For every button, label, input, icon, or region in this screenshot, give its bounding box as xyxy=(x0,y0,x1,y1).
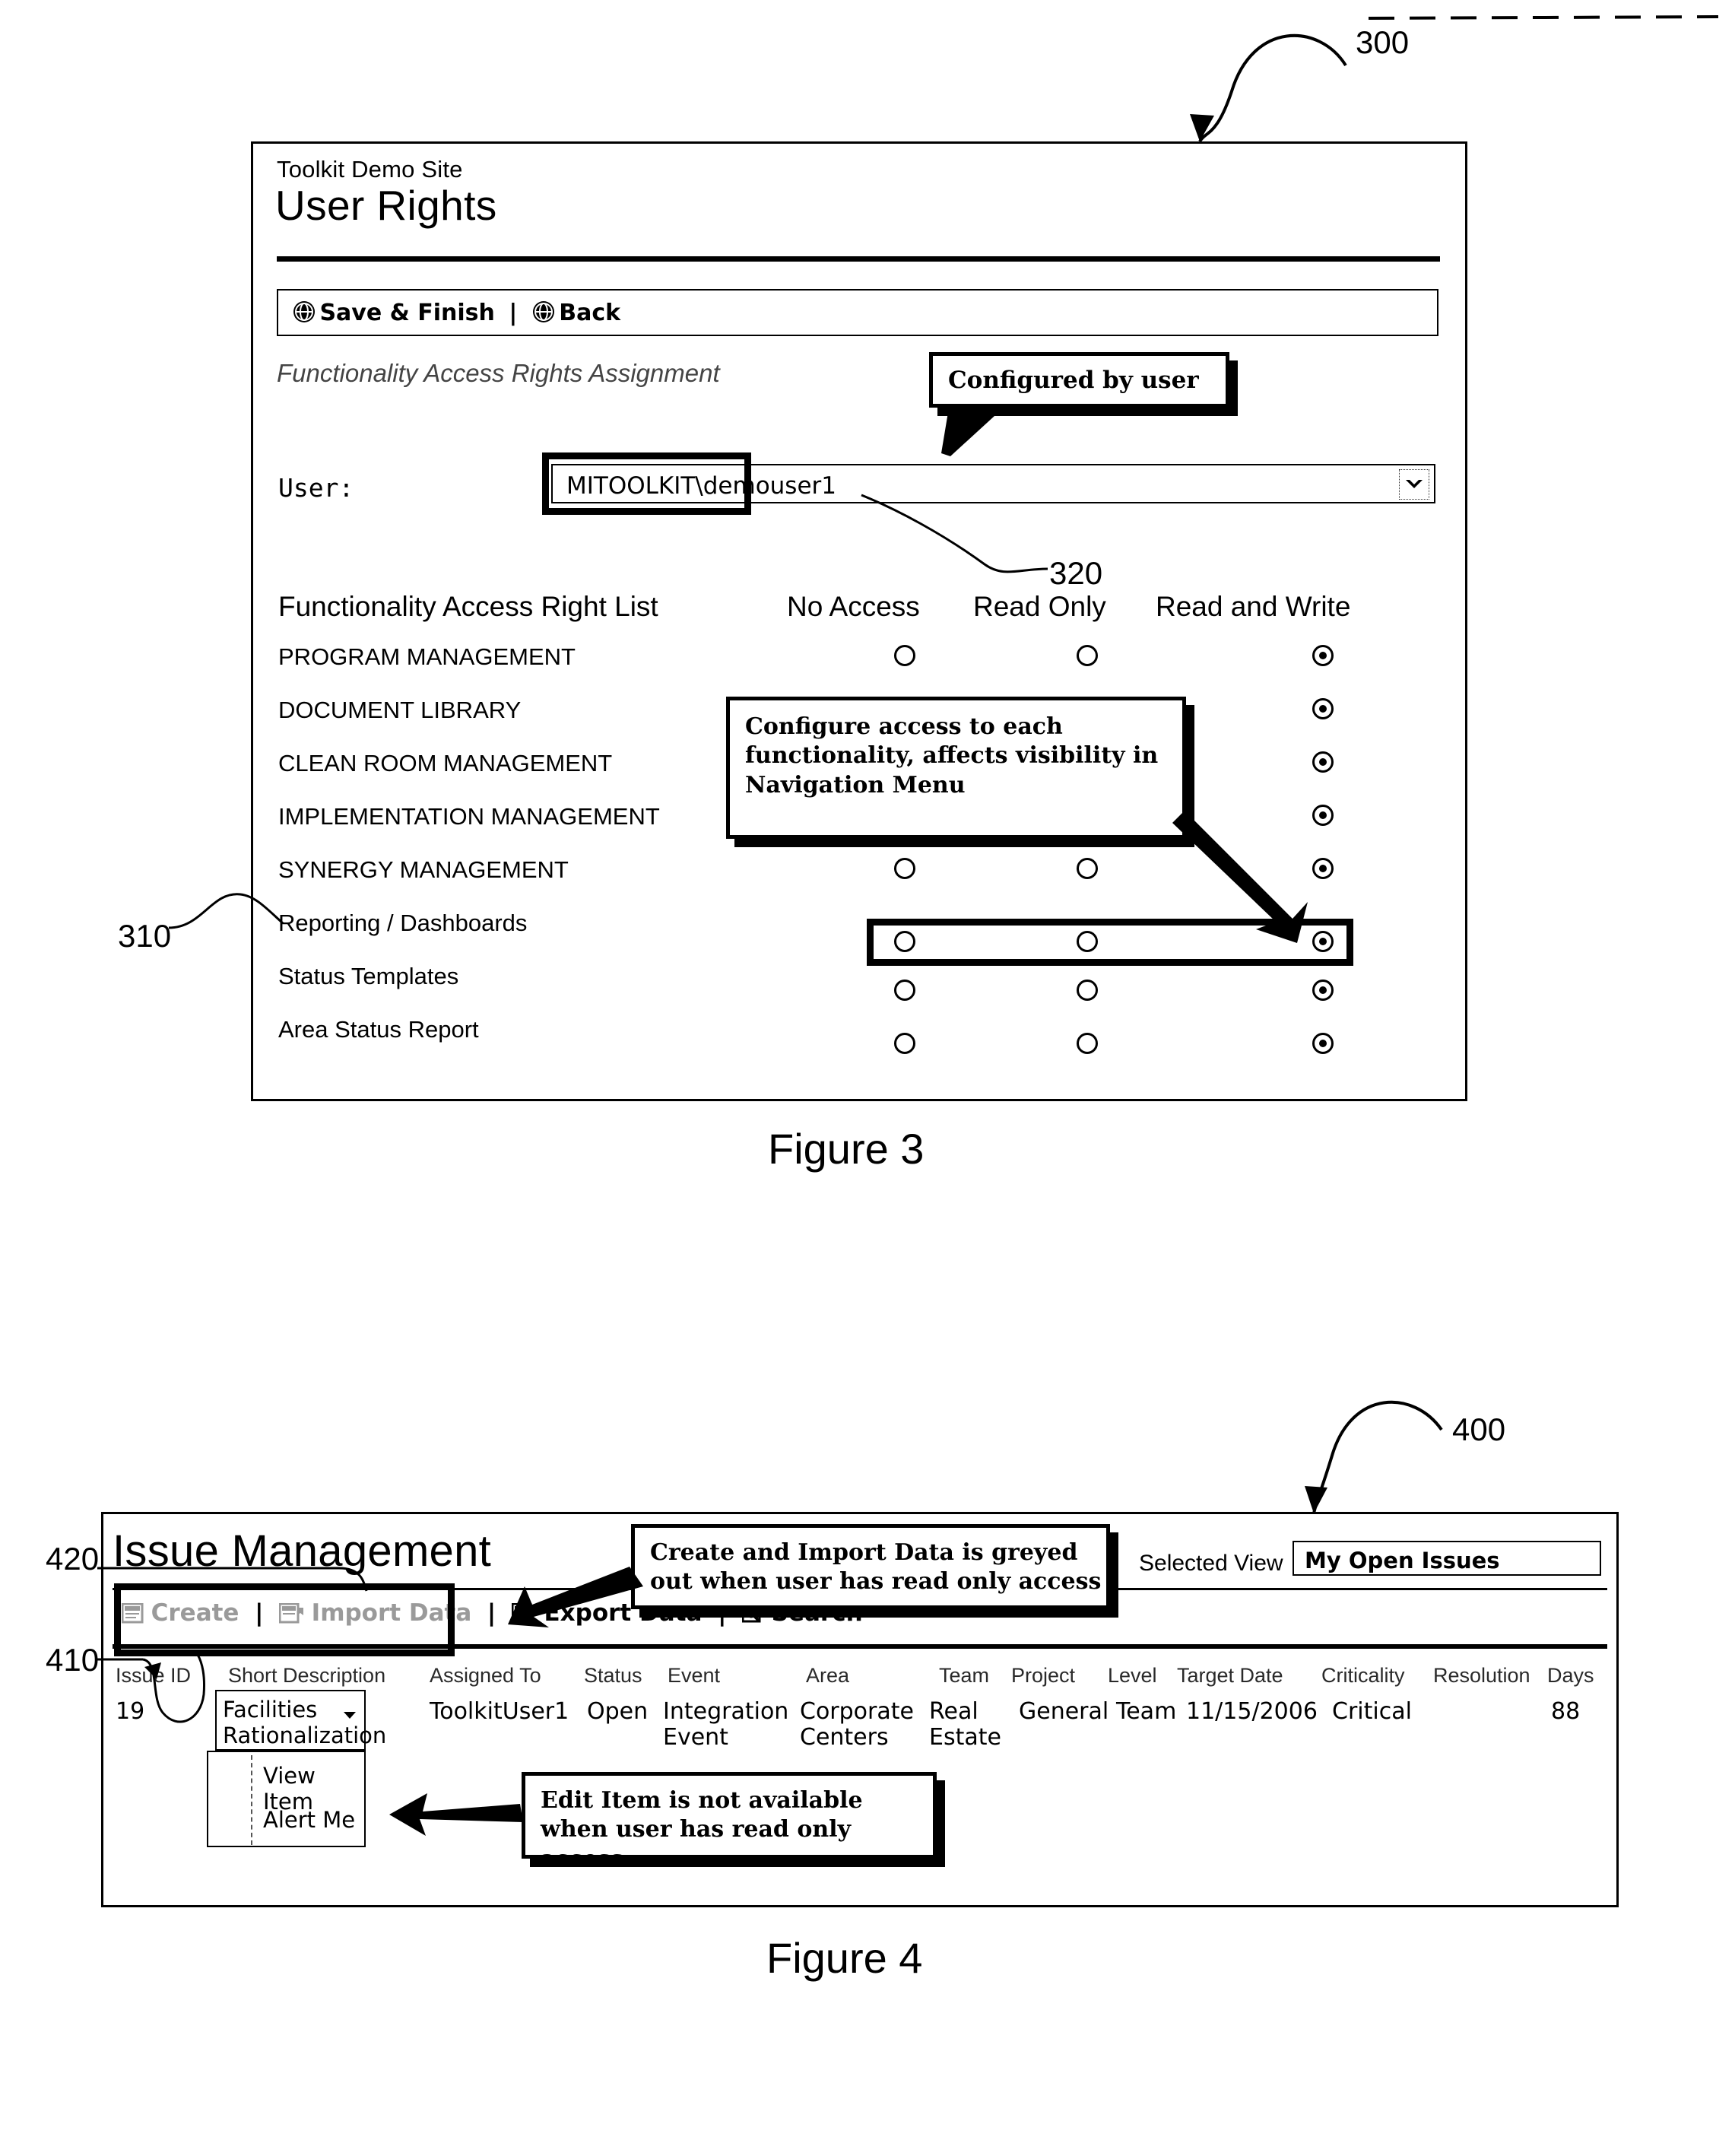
back-button[interactable]: Back xyxy=(559,300,620,326)
chevron-down-icon[interactable] xyxy=(1399,469,1429,500)
row-label-area-status-report: Area Status Report xyxy=(278,1016,479,1043)
cell-project: General xyxy=(1019,1698,1109,1725)
access-list-header: Functionality Access Right List xyxy=(278,591,658,622)
callout-configured-by-user: Configured by user xyxy=(929,352,1229,408)
cell-criticality: Critical xyxy=(1332,1698,1412,1725)
col-team: Team xyxy=(939,1664,990,1687)
globe-icon xyxy=(531,300,556,328)
row-label-clean-room-management: CLEAN ROOM MANAGEMENT xyxy=(278,750,613,776)
cell-team: Real Estate xyxy=(929,1698,1001,1751)
issue-management-title: Issue Management xyxy=(113,1526,492,1576)
leader-400 xyxy=(1312,1400,1443,1514)
user-label: User: xyxy=(278,473,354,503)
col-status: Status xyxy=(584,1664,642,1687)
save-finish-button[interactable]: Save & Finish xyxy=(319,300,494,326)
reporting-row-highlight xyxy=(867,919,1353,966)
reference-number-410: 410 xyxy=(46,1642,100,1678)
cell-area: Corporate Centers xyxy=(800,1698,914,1751)
export-data-icon xyxy=(511,1599,544,1626)
col-issue-id: Issue ID xyxy=(116,1664,192,1687)
page-title: User Rights xyxy=(275,182,497,229)
column-header-read-and-write: Read and Write xyxy=(1156,591,1351,622)
cell-issue-id: 19 xyxy=(116,1698,145,1725)
column-header-read-only: Read Only xyxy=(973,591,1106,622)
menu-divider xyxy=(251,1755,252,1845)
radio-read-only-7[interactable] xyxy=(1077,1033,1098,1054)
figure-4-caption: Figure 4 xyxy=(766,1934,923,1982)
cell-status: Open xyxy=(587,1698,649,1725)
reference-number-420: 420 xyxy=(46,1541,100,1577)
col-level: Level xyxy=(1108,1664,1157,1687)
radio-read-write-1[interactable] xyxy=(1312,698,1334,719)
toolbar-separator: | xyxy=(509,300,518,326)
row-label-synergy-management: SYNERGY MANAGEMENT xyxy=(278,856,569,883)
radio-read-only-6[interactable] xyxy=(1077,980,1098,1001)
figure-3-caption: Figure 3 xyxy=(768,1125,925,1173)
radio-read-write-3[interactable] xyxy=(1312,805,1334,826)
row-label-program-management: PROGRAM MANAGEMENT xyxy=(278,643,576,670)
header-divider xyxy=(277,256,1440,262)
radio-read-only-4[interactable] xyxy=(1077,858,1098,879)
reference-number-300: 300 xyxy=(1356,24,1410,60)
col-short-description: Short Description xyxy=(228,1664,386,1687)
toolbar-separator: | xyxy=(487,1599,496,1627)
leader-300-arrowhead xyxy=(1190,114,1214,141)
selected-view-input[interactable]: My Open Issues xyxy=(1293,1541,1601,1576)
user-value-highlight xyxy=(542,452,751,515)
cell-event: Integration Event xyxy=(663,1698,789,1751)
callout-configure-access: Configure access to each functionality, … xyxy=(726,697,1186,839)
col-area: Area xyxy=(806,1664,850,1687)
callout-greyed-out: Create and Import Data is greyed out whe… xyxy=(631,1524,1110,1609)
radio-read-write-6[interactable] xyxy=(1312,980,1334,1001)
cell-assigned-to: ToolkitUser1 xyxy=(430,1698,569,1725)
col-assigned-to: Assigned To xyxy=(430,1664,541,1687)
col-criticality: Criticality xyxy=(1321,1664,1405,1687)
reference-number-310: 310 xyxy=(118,918,172,954)
cell-level: Team xyxy=(1116,1698,1177,1725)
radio-read-write-0[interactable] xyxy=(1312,645,1334,666)
col-project: Project xyxy=(1011,1664,1076,1687)
context-menu: View Item Alert Me xyxy=(207,1751,366,1847)
reference-number-400: 400 xyxy=(1452,1411,1506,1447)
selected-view-value: My Open Issues xyxy=(1305,1548,1500,1573)
row-label-implementation-management: IMPLEMENTATION MANAGEMENT xyxy=(278,803,660,830)
radio-read-write-2[interactable] xyxy=(1312,751,1334,773)
radio-no-access-4[interactable] xyxy=(894,858,915,879)
section-subtitle: Functionality Access Rights Assignment xyxy=(277,359,720,387)
col-resolution: Resolution xyxy=(1433,1664,1530,1687)
selected-view-label: Selected View xyxy=(1139,1551,1283,1576)
leader-400-arrowhead xyxy=(1305,1486,1327,1513)
reference-number-320: 320 xyxy=(1049,555,1103,591)
greyed-toolbar-highlight xyxy=(114,1583,455,1656)
menu-item-alert-me[interactable]: Alert Me xyxy=(263,1807,355,1833)
col-days: Days xyxy=(1547,1664,1594,1687)
col-event: Event xyxy=(668,1664,721,1687)
chevron-down-icon[interactable] xyxy=(343,1710,357,1723)
fig3-toolbar: Save & Finish | Back xyxy=(277,289,1438,336)
radio-read-write-4[interactable] xyxy=(1312,858,1334,879)
short-description-value: Facilities Rationalization xyxy=(223,1697,387,1749)
radio-read-write-7[interactable] xyxy=(1312,1033,1334,1054)
cell-days: 88 xyxy=(1551,1698,1581,1725)
radio-read-only-0[interactable] xyxy=(1077,645,1098,666)
site-name: Toolkit Demo Site xyxy=(277,156,463,183)
radio-no-access-6[interactable] xyxy=(894,980,915,1001)
column-header-no-access: No Access xyxy=(787,591,920,622)
col-target-date: Target Date xyxy=(1177,1664,1283,1687)
row-label-document-library: DOCUMENT LIBRARY xyxy=(278,697,522,723)
globe-icon xyxy=(292,300,316,328)
radio-no-access-7[interactable] xyxy=(894,1033,915,1054)
leader-300 xyxy=(1198,33,1347,143)
page-artifact-dashes xyxy=(1368,15,1719,20)
short-description-dropdown[interactable]: Facilities Rationalization xyxy=(215,1690,386,1751)
radio-no-access-0[interactable] xyxy=(894,645,915,666)
row-label-reporting-dashboards: Reporting / Dashboards xyxy=(278,910,528,936)
cell-target-date: 11/15/2006 xyxy=(1186,1698,1318,1725)
row-label-status-templates: Status Templates xyxy=(278,963,459,989)
callout-edit-item: Edit Item is not available when user has… xyxy=(522,1772,937,1872)
